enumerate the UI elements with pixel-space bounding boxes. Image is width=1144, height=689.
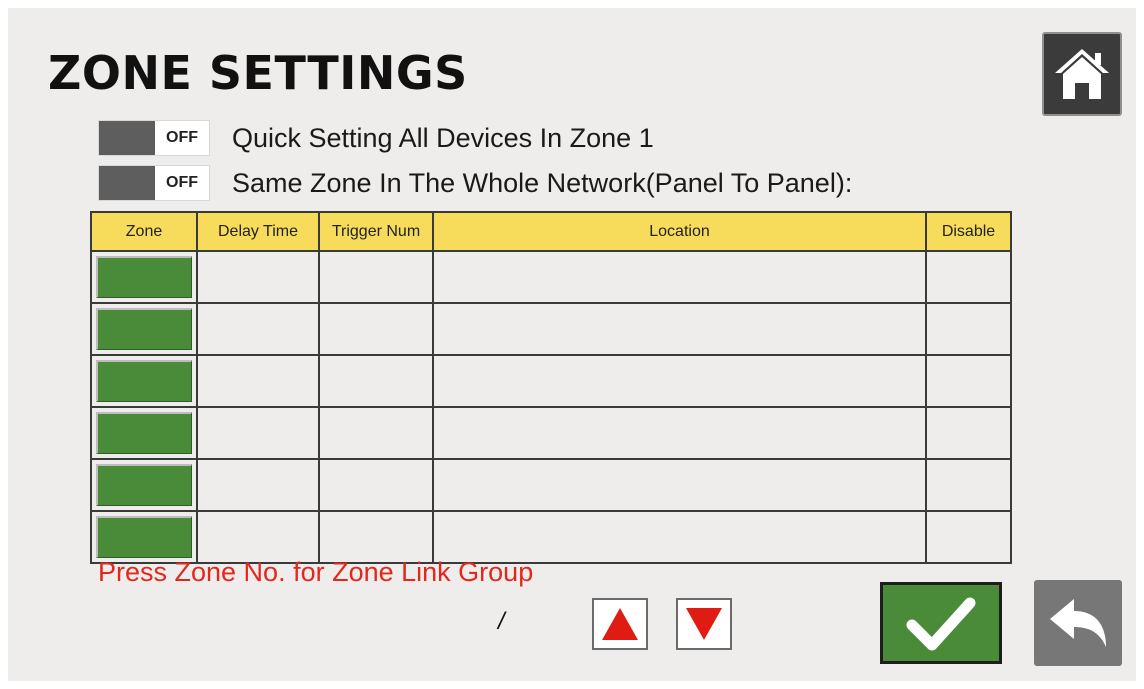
location-cell[interactable]	[432, 250, 927, 304]
triangle-down-icon	[686, 608, 722, 640]
quick-setting-toggle[interactable]: OFF	[98, 120, 210, 156]
zone-cell	[90, 302, 198, 356]
delay-time-cell[interactable]	[196, 458, 320, 512]
zone-button[interactable]	[96, 360, 192, 402]
trigger-num-cell[interactable]	[318, 250, 434, 304]
zone-cell	[90, 510, 198, 564]
column-header-delay-time: Delay Time	[196, 211, 320, 252]
table-row	[90, 354, 1012, 408]
delay-time-cell[interactable]	[196, 250, 320, 304]
table-row	[90, 250, 1012, 304]
column-header-disable: Disable	[925, 211, 1012, 252]
table-row	[90, 302, 1012, 356]
toggle-knob	[99, 121, 155, 155]
disable-cell[interactable]	[925, 458, 1012, 512]
zone-button[interactable]	[96, 412, 192, 454]
column-header-trigger-num: Trigger Num	[318, 211, 434, 252]
zone-settings-screen: ZONE SETTINGS OFF Quick Setting All Devi…	[8, 8, 1136, 681]
delay-time-cell[interactable]	[196, 354, 320, 408]
confirm-button[interactable]	[880, 582, 1002, 664]
page-up-button[interactable]	[592, 598, 648, 650]
home-button[interactable]	[1042, 32, 1122, 116]
delay-time-cell[interactable]	[196, 406, 320, 460]
quick-setting-label: Quick Setting All Devices In Zone 1	[232, 123, 654, 153]
table-row	[90, 406, 1012, 460]
toggle-state: OFF	[155, 166, 209, 200]
table-row	[90, 510, 1012, 564]
disable-cell[interactable]	[925, 302, 1012, 356]
page-down-button[interactable]	[676, 598, 732, 650]
zone-cell	[90, 458, 198, 512]
back-button[interactable]	[1034, 580, 1122, 666]
page-title: ZONE SETTINGS	[48, 46, 468, 100]
disable-cell[interactable]	[925, 510, 1012, 564]
trigger-num-cell[interactable]	[318, 406, 434, 460]
same-zone-network-toggle[interactable]: OFF	[98, 165, 210, 201]
page-indicator: /	[498, 608, 505, 635]
location-cell[interactable]	[432, 510, 927, 564]
trigger-num-cell[interactable]	[318, 458, 434, 512]
zone-cell	[90, 250, 198, 304]
toggle-state: OFF	[155, 121, 209, 155]
zone-table: Zone Delay Time Trigger Num Location Dis…	[90, 211, 1012, 564]
trigger-num-cell[interactable]	[318, 510, 434, 564]
trigger-num-cell[interactable]	[318, 354, 434, 408]
zone-button[interactable]	[96, 516, 192, 558]
delay-time-cell[interactable]	[196, 302, 320, 356]
location-cell[interactable]	[432, 354, 927, 408]
trigger-num-cell[interactable]	[318, 302, 434, 356]
zone-cell	[90, 406, 198, 460]
column-header-zone: Zone	[90, 211, 198, 252]
same-zone-network-label: Same Zone In The Whole Network(Panel To …	[232, 168, 853, 198]
toggle-knob	[99, 166, 155, 200]
disable-cell[interactable]	[925, 354, 1012, 408]
delay-time-cell[interactable]	[196, 510, 320, 564]
zone-button[interactable]	[96, 308, 192, 350]
disable-cell[interactable]	[925, 406, 1012, 460]
column-header-location: Location	[432, 211, 927, 252]
triangle-up-icon	[602, 608, 638, 640]
zone-button[interactable]	[96, 464, 192, 506]
location-cell[interactable]	[432, 406, 927, 460]
zone-cell	[90, 354, 198, 408]
table-row	[90, 458, 1012, 512]
zone-button[interactable]	[96, 256, 192, 298]
table-header-row: Zone Delay Time Trigger Num Location Dis…	[90, 211, 1012, 252]
disable-cell[interactable]	[925, 250, 1012, 304]
location-cell[interactable]	[432, 302, 927, 356]
home-icon	[1055, 49, 1109, 99]
zone-link-hint: Press Zone No. for Zone Link Group	[98, 557, 534, 587]
location-cell[interactable]	[432, 458, 927, 512]
checkmark-icon	[906, 597, 976, 651]
back-arrow-icon	[1050, 599, 1106, 647]
